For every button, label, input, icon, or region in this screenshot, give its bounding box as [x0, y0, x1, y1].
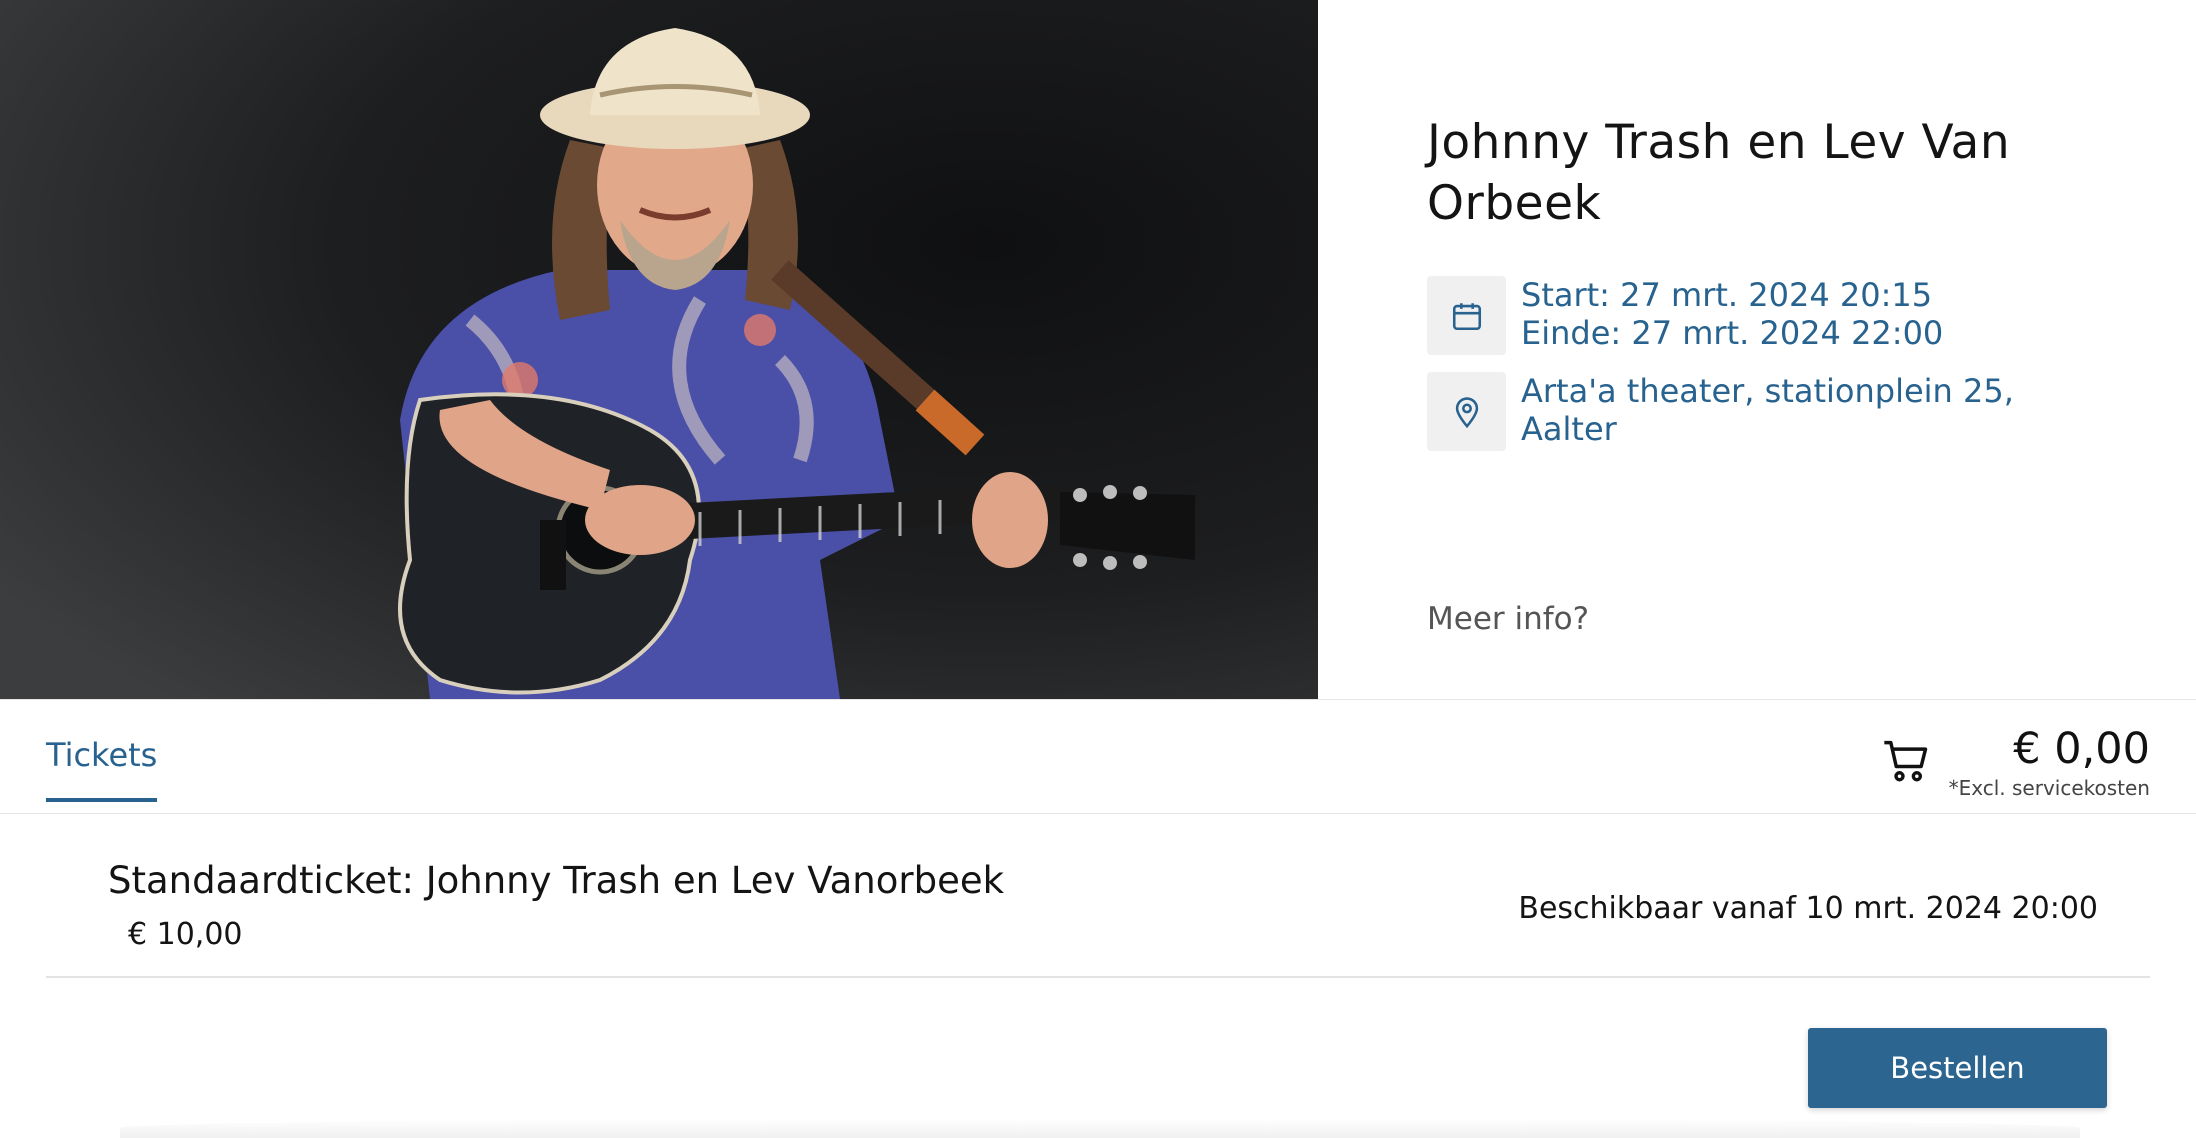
- performer-illustration: [0, 0, 1318, 699]
- ticket-name: Standaardticket: Johnny Trash en Lev Van…: [108, 859, 1005, 902]
- event-info-panel: Johnny Trash en Lev Van Orbeek Start: 27…: [1318, 0, 2196, 699]
- location-line-1: Arta'a theater, stationplein 25,: [1521, 372, 2014, 410]
- location-line-2: Aalter: [1521, 410, 1617, 448]
- cart-total-amount: € 0,00: [2013, 724, 2150, 774]
- calendar-icon: [1427, 276, 1506, 355]
- event-photo: [0, 0, 1318, 699]
- event-start: Start: 27 mrt. 2024 20:15: [1521, 276, 1933, 314]
- cart-total: € 0,00 *Excl. servicekosten: [1949, 726, 2150, 800]
- event-end: Einde: 27 mrt. 2024 22:00: [1521, 314, 1944, 352]
- event-title: Johnny Trash en Lev Van Orbeek: [1427, 115, 2011, 231]
- footer-shadow: [120, 1118, 2080, 1138]
- more-info-link[interactable]: Meer info?: [1427, 601, 1589, 637]
- event-hero: Johnny Trash en Lev Van Orbeek Start: 27…: [0, 0, 2196, 699]
- ticket-availability: Beschikbaar vanaf 10 mrt. 2024 20:00: [1518, 891, 2098, 926]
- tickets-header: Tickets € 0,00 *Excl. servicekosten: [0, 699, 2196, 814]
- tab-tickets[interactable]: Tickets: [46, 736, 158, 802]
- order-button[interactable]: Bestellen: [1808, 1028, 2107, 1108]
- event-location: Arta'a theater, stationplein 25, Aalter: [1427, 372, 2014, 451]
- event-datetime: Start: 27 mrt. 2024 20:15 Einde: 27 mrt.…: [1427, 276, 1943, 355]
- service-fee-note: *Excl. servicekosten: [1948, 776, 2150, 800]
- shopping-cart-icon[interactable]: [1880, 734, 1932, 786]
- ticket-row: Standaardticket: Johnny Trash en Lev Van…: [46, 815, 2150, 978]
- map-pin-icon: [1427, 372, 1506, 451]
- ticket-price: € 10,00: [128, 917, 243, 952]
